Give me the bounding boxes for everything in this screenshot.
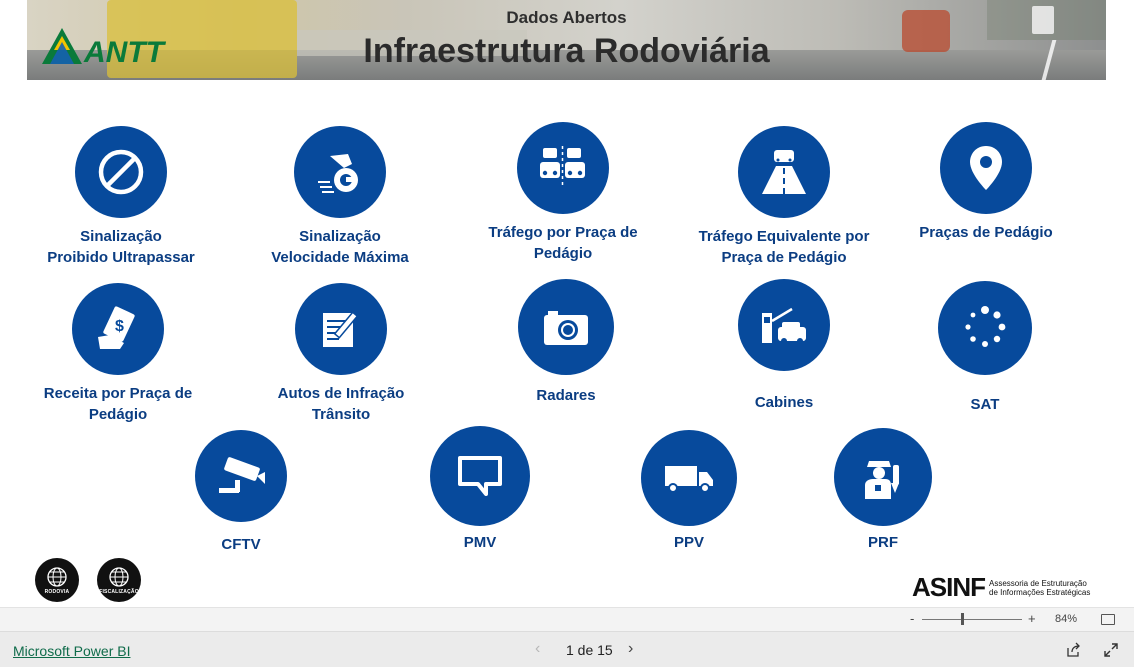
asinf-acronym: ASINF	[912, 572, 986, 602]
asinf-description: Assessoria de Estruturação de Informaçõe…	[989, 578, 1091, 597]
tile-label: Sinalização Proibido Ultrapassar	[47, 228, 195, 266]
fullscreen-icon[interactable]	[1103, 642, 1119, 658]
money-hand-icon: $	[98, 306, 135, 349]
tile-label: Autos de Infração Trânsito	[277, 385, 405, 423]
logo-text: ANTT	[83, 36, 167, 68]
tile-trafego-praca[interactable]: Tráfego por Praça de Pedágio	[453, 122, 673, 264]
police-officer-icon	[865, 461, 899, 499]
tile-label: PPV	[673, 534, 704, 551]
tile-label: Tráfego Equivalente por Praça de Pedágio	[698, 228, 870, 266]
tile-label: PMV	[463, 534, 497, 551]
toll-booth-icon	[762, 307, 806, 344]
tile-label: Tráfego por Praça de Pedágio	[488, 224, 638, 262]
message-sign-icon	[458, 456, 502, 496]
globe-icon	[109, 567, 129, 587]
map-pin-icon	[970, 146, 1002, 190]
tile-icon-circle	[641, 430, 737, 526]
dots-circle-icon	[965, 306, 1006, 347]
fit-to-page-icon[interactable]	[1101, 614, 1115, 625]
tile-autos-infracao[interactable]: Autos de Infração Trânsito	[231, 283, 451, 425]
tile-icon-circle	[738, 126, 830, 218]
tile-icon-circle	[430, 426, 530, 526]
tile-pracas-pedagio[interactable]: Praças de Pedágio	[876, 122, 1096, 243]
tile-icon-circle	[518, 279, 614, 375]
tile-label: SAT	[970, 396, 1000, 413]
tile-label: Radares	[536, 387, 596, 404]
tile-trafego-equivalente[interactable]: Tráfego Equivalente por Praça de Pedágio	[674, 126, 894, 268]
antt-logo: ANTT	[42, 28, 167, 68]
tile-label: Sinalização Velocidade Máxima	[271, 228, 409, 266]
report-canvas: Dados Abertos Infraestrutura Rodoviária …	[0, 0, 1134, 667]
rodovia-badge[interactable]: RODOVIA	[35, 558, 79, 602]
next-page-button[interactable]: ›	[628, 640, 633, 658]
bottom-bar: Microsoft Power BI ‹ 1 de 15 ›	[0, 631, 1134, 667]
previous-page-button[interactable]: ‹	[535, 640, 540, 658]
zoom-slider-track[interactable]	[922, 619, 1022, 620]
page-indicator: 1 de 15	[566, 642, 613, 658]
form-pen-icon	[323, 311, 359, 347]
tile-label: PRF	[868, 534, 898, 551]
svg-text:$: $	[115, 318, 124, 335]
tile-ppv[interactable]: PPV	[579, 430, 799, 553]
zoom-bar: - + 84%	[0, 607, 1134, 631]
zoom-slider-thumb[interactable]	[961, 613, 964, 625]
tile-prf[interactable]: PRF	[773, 428, 993, 553]
tile-icon-circle	[834, 428, 932, 526]
powerbi-link[interactable]: Microsoft Power BI	[13, 643, 130, 659]
tile-pmv[interactable]: PMV	[370, 426, 590, 553]
camera-icon	[544, 311, 588, 345]
tile-cabines[interactable]: Cabines	[674, 279, 894, 413]
tile-icon-circle	[295, 283, 387, 375]
tile-radares[interactable]: Radares	[456, 279, 676, 406]
speedometer-icon	[318, 154, 358, 193]
badge-label: FISCALIZAÇÃO	[99, 589, 139, 595]
globe-icon	[47, 567, 67, 587]
tile-icon-circle	[294, 126, 386, 218]
tile-icon-circle: $	[72, 283, 164, 375]
tile-icon-circle	[75, 126, 167, 218]
tile-icon-circle	[517, 122, 609, 214]
tile-icon-circle	[940, 122, 1032, 214]
fiscalizacao-badge[interactable]: FISCALIZAÇÃO	[97, 558, 141, 602]
badge-label: RODOVIA	[44, 589, 70, 595]
zoom-in-button[interactable]: +	[1028, 611, 1036, 626]
truck-icon	[665, 466, 713, 493]
asinf-logo: ASINF Assessoria de Estruturação de Info…	[912, 572, 1090, 603]
cctv-icon	[219, 457, 265, 493]
zoom-percent: 84%	[1055, 613, 1078, 625]
zoom-out-button[interactable]: -	[910, 611, 914, 626]
tile-label: Receita por Praça de Pedágio	[43, 385, 193, 423]
tile-sat[interactable]: SAT	[875, 281, 1095, 415]
road-car-icon	[762, 150, 806, 194]
tile-label: Praças de Pedágio	[919, 224, 1053, 241]
tile-icon-circle	[938, 281, 1032, 375]
tile-icon-circle	[195, 430, 287, 522]
traffic-icon	[540, 146, 585, 188]
share-icon[interactable]	[1066, 642, 1082, 658]
tile-label: CFTV	[221, 536, 261, 553]
tile-receita-praca[interactable]: $ Receita por Praça de Pedágio	[8, 283, 228, 425]
tile-sinalizacao-proibido[interactable]: Sinalização Proibido Ultrapassar	[11, 126, 231, 268]
tile-sinalizacao-velocidade[interactable]: Sinalização Velocidade Máxima	[230, 126, 450, 268]
tile-cftv[interactable]: CFTV	[131, 430, 351, 555]
tile-icon-circle	[738, 279, 830, 371]
tile-label: Cabines	[754, 394, 814, 411]
no-overtaking-icon	[98, 149, 144, 195]
